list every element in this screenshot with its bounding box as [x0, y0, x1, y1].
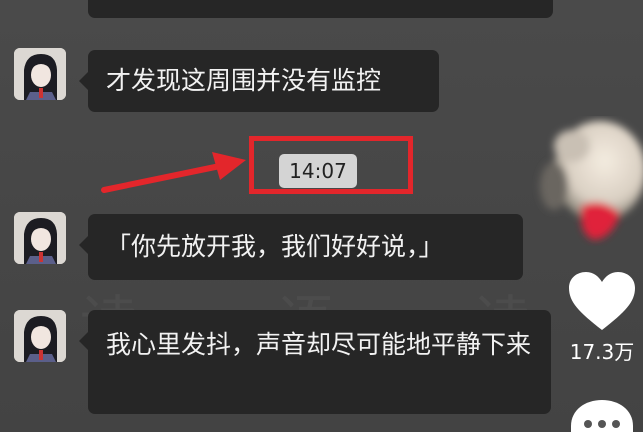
heart-icon[interactable] — [567, 270, 637, 334]
chat-bubble[interactable]: 我心里发抖，声音却尽可能地平静下来 — [79, 310, 551, 414]
message-text: 「你先放开我，我们好好说，」 — [106, 232, 444, 261]
avatar[interactable] — [14, 48, 66, 100]
chat-bubble-partial[interactable] — [88, 0, 553, 18]
avatar-icon — [14, 310, 66, 362]
chat-bubble[interactable]: 「你先放开我，我们好好说，」 — [79, 214, 523, 280]
more-icon[interactable] — [569, 398, 635, 432]
chat-bubble[interactable]: 才发现这周围并没有监控 — [79, 50, 439, 112]
arrow-annotation-icon — [101, 152, 246, 193]
highlight-box — [249, 136, 413, 194]
like-count: 17.3万 — [569, 340, 635, 364]
avatar[interactable] — [14, 212, 66, 264]
message-text: 我心里发抖，声音却尽可能地平静下来 — [106, 330, 532, 359]
chat-screen: 读 语 读 才发现这周围并没有监控 14:07 — [0, 0, 643, 432]
creator-avatar[interactable] — [532, 116, 643, 246]
avatar-icon — [14, 212, 66, 264]
avatar-icon — [14, 48, 66, 100]
avatar[interactable] — [14, 310, 66, 362]
message-text: 才发现这周围并没有监控 — [106, 66, 382, 95]
creator-avatar-icon — [540, 121, 643, 240]
